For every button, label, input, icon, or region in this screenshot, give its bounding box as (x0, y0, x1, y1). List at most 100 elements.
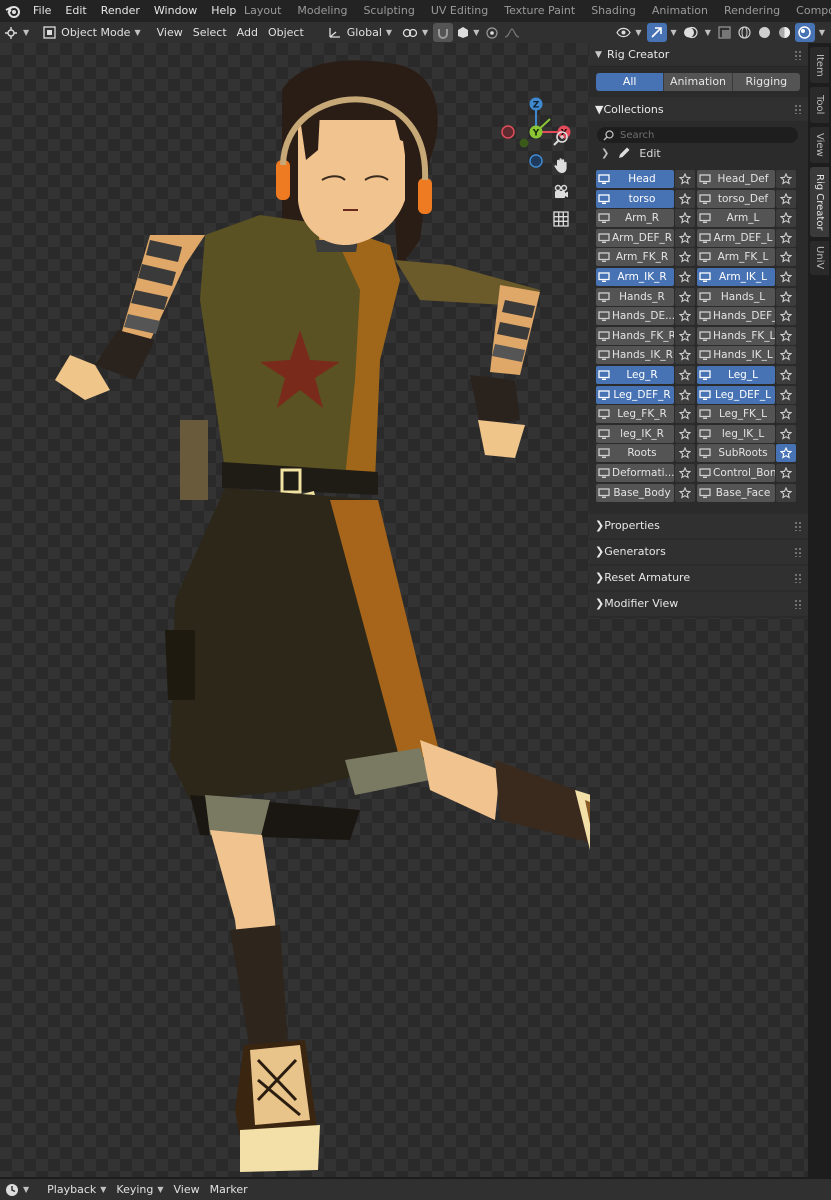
tab-all[interactable]: All (596, 73, 665, 91)
drag-handle-icon[interactable] (794, 546, 802, 557)
star-icon[interactable] (776, 463, 796, 482)
collection-button[interactable]: Control_Bone (697, 463, 775, 482)
collection-button[interactable]: Base_Body (596, 483, 674, 502)
star-icon[interactable] (675, 267, 695, 286)
tab-animation[interactable]: Animation (664, 73, 733, 91)
properties-panel-header[interactable]: ❯ Properties (589, 513, 808, 538)
sidebar-tab-view[interactable]: View (810, 127, 829, 163)
playback-menu[interactable]: Playback ▼ (42, 1180, 111, 1199)
menu-file[interactable]: File (26, 0, 58, 22)
gizmo-toggle[interactable] (646, 23, 667, 42)
star-icon[interactable] (776, 365, 796, 384)
collection-button[interactable]: Leg_FK_L (697, 405, 775, 424)
workspace-tab-animation[interactable]: Animation (644, 0, 716, 22)
editor-type-button[interactable]: ▼ (0, 23, 34, 42)
star-icon[interactable] (675, 307, 695, 326)
menu-edit[interactable]: Edit (58, 0, 93, 22)
workspace-tab-uv-editing[interactable]: UV Editing (423, 0, 496, 22)
visibility-dropdown[interactable]: ▼ (611, 23, 646, 42)
zoom-tool-icon[interactable] (550, 127, 572, 149)
header-menu-select[interactable]: Select (188, 23, 232, 42)
rig-creator-panel-header[interactable]: ▼ Rig Creator (589, 43, 808, 67)
character-model[interactable] (0, 43, 590, 1177)
snap-target-dropdown[interactable]: ▼ (453, 23, 482, 42)
collection-button[interactable]: SubRoots (697, 444, 775, 463)
material-preview-button[interactable] (775, 23, 795, 42)
collection-button[interactable]: Deformati... (596, 463, 674, 482)
star-icon[interactable] (675, 424, 695, 443)
blender-logo-icon[interactable] (0, 0, 26, 22)
pan-hand-icon[interactable] (550, 154, 572, 176)
collection-button[interactable]: Hands_L (697, 287, 775, 306)
star-icon[interactable] (776, 444, 796, 463)
drag-handle-icon[interactable] (794, 104, 802, 114)
star-icon[interactable] (675, 209, 695, 228)
collection-button[interactable]: torso_Def (697, 189, 775, 208)
collection-button[interactable]: Arm_L (697, 209, 775, 228)
chevron-down-icon[interactable]: ▼ (705, 28, 711, 37)
star-icon[interactable] (776, 385, 796, 404)
sidebar-tab-tool[interactable]: Tool (810, 87, 829, 123)
star-icon[interactable] (776, 228, 796, 247)
tab-rigging[interactable]: Rigging (732, 73, 800, 91)
menu-window[interactable]: Window (147, 0, 204, 22)
collection-button[interactable]: leg_IK_R (596, 424, 674, 443)
star-icon[interactable] (776, 287, 796, 306)
timeline-editor-type-button[interactable]: ▼ (0, 1180, 34, 1199)
star-icon[interactable] (776, 267, 796, 286)
object-mode-dropdown[interactable]: Object Mode ▼ (38, 23, 145, 42)
wireframe-shading-button[interactable] (735, 23, 755, 42)
star-icon[interactable] (675, 228, 695, 247)
gizmo-neg-x-axis[interactable] (501, 125, 515, 139)
star-icon[interactable] (776, 307, 796, 326)
star-icon[interactable] (776, 170, 796, 188)
collection-button[interactable]: Arm_DEF_L (697, 228, 775, 247)
gizmo-neg-z-axis[interactable] (529, 154, 543, 168)
collection-button[interactable]: Hands_IK_L (697, 346, 775, 365)
solid-shading-button[interactable] (755, 23, 775, 42)
xray-toggle[interactable] (715, 23, 735, 42)
collection-button[interactable]: Hands_FK_R (596, 326, 674, 345)
collection-button[interactable]: Arm_R (596, 209, 674, 228)
collection-button[interactable]: Arm_IK_R (596, 267, 674, 286)
collection-button[interactable]: Arm_IK_L (697, 267, 775, 286)
collection-button[interactable]: Leg_L (697, 365, 775, 384)
collection-button[interactable]: Leg_R (596, 365, 674, 384)
grid-view-icon[interactable] (550, 208, 572, 230)
collection-button[interactable]: Head_Def (697, 170, 775, 188)
overlays-toggle[interactable] (681, 23, 701, 42)
star-icon[interactable] (776, 424, 796, 443)
chevron-down-icon[interactable]: ▼ (819, 28, 825, 37)
collection-button[interactable]: torso (596, 189, 674, 208)
header-menu-view[interactable]: View (152, 23, 188, 42)
star-icon[interactable] (675, 346, 695, 365)
collection-button[interactable]: Hands_DEF_L (697, 307, 775, 326)
marker-menu[interactable]: Marker (205, 1180, 253, 1199)
workspace-tab-layout[interactable]: Layout (236, 0, 289, 22)
star-icon[interactable] (675, 326, 695, 345)
star-icon[interactable] (776, 209, 796, 228)
sidebar-tab-univ[interactable]: UniV (810, 241, 829, 275)
star-icon[interactable] (675, 170, 695, 188)
star-icon[interactable] (675, 287, 695, 306)
drag-handle-icon[interactable] (794, 598, 802, 609)
generators-panel-header[interactable]: ❯ Generators (589, 539, 808, 564)
star-icon[interactable] (675, 483, 695, 502)
drag-handle-icon[interactable] (794, 50, 802, 60)
workspace-tab-texture-paint[interactable]: Texture Paint (496, 0, 583, 22)
collection-button[interactable]: Head (596, 170, 674, 188)
keying-menu[interactable]: Keying ▼ (111, 1180, 168, 1199)
star-icon[interactable] (675, 189, 695, 208)
gizmo-neg-y-axis[interactable] (519, 138, 529, 148)
snapping-toggle[interactable] (433, 23, 454, 42)
header-menu-object[interactable]: Object (263, 23, 309, 42)
collection-button[interactable]: Base_Face (697, 483, 775, 502)
modifier-view-panel-header[interactable]: ❯ Modifier View (589, 591, 808, 616)
star-icon[interactable] (776, 189, 796, 208)
rendered-shading-button[interactable] (794, 23, 815, 42)
edit-row[interactable]: ❯ Edit (589, 143, 808, 163)
star-icon[interactable] (675, 444, 695, 463)
collections-panel-header[interactable]: ▼ Collections (589, 97, 808, 121)
collection-button[interactable]: Hands_DE... (596, 307, 674, 326)
collection-button[interactable]: Leg_DEF_R (596, 385, 674, 404)
